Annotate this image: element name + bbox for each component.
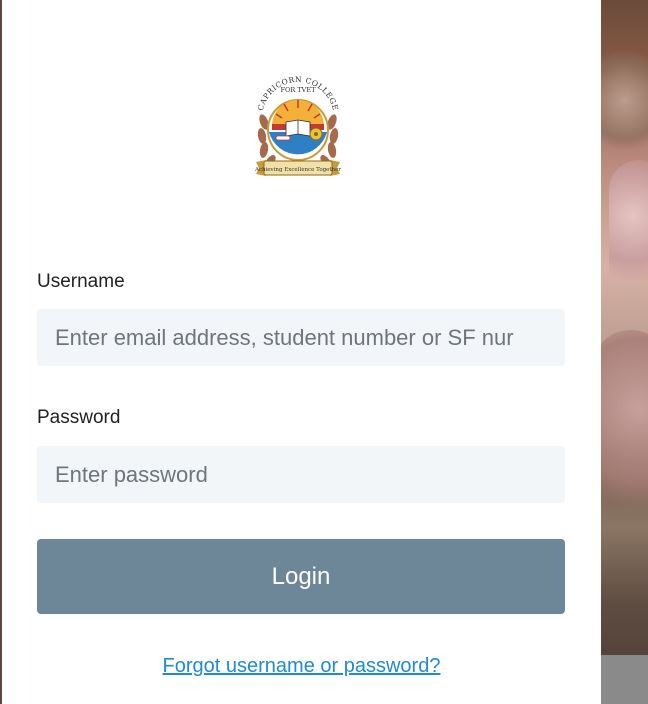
- background-photo: [601, 0, 648, 704]
- login-page: CAPRICORN COLLEGE FOR TVET Achieving Exc…: [0, 0, 648, 704]
- college-crest-icon: CAPRICORN COLLEGE FOR TVET Achieving Exc…: [254, 75, 341, 176]
- svg-text:Achieving Excellence Together: Achieving Excellence Together: [254, 167, 341, 173]
- password-label: Password: [37, 407, 121, 428]
- svg-text:FOR TVET: FOR TVET: [281, 86, 317, 94]
- forgot-credentials-link[interactable]: Forgot username or password?: [2, 655, 601, 678]
- college-logo: CAPRICORN COLLEGE FOR TVET Achieving Exc…: [250, 70, 346, 188]
- login-panel: CAPRICORN COLLEGE FOR TVET Achieving Exc…: [2, 0, 601, 704]
- password-input[interactable]: [37, 446, 565, 503]
- login-button[interactable]: Login: [37, 539, 565, 614]
- username-label: Username: [37, 271, 125, 292]
- username-input[interactable]: [37, 309, 565, 366]
